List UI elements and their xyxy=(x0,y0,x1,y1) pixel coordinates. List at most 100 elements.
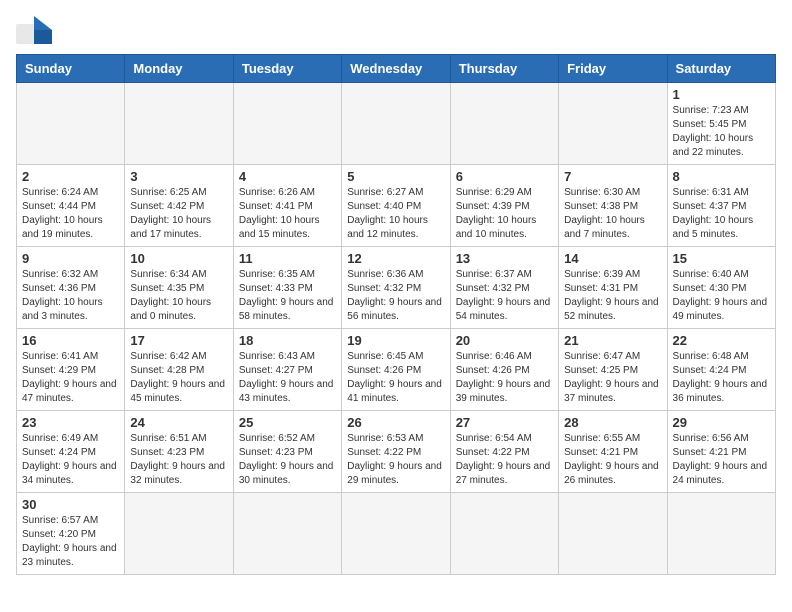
calendar-day-cell: 17 Sunrise: 6:42 AM Sunset: 4:28 PM Dayli… xyxy=(125,329,233,411)
day-info: Sunrise: 6:43 AM Sunset: 4:27 PM Dayligh… xyxy=(239,350,336,406)
day-number: 7 xyxy=(564,169,661,184)
day-info: Sunrise: 6:53 AM Sunset: 4:22 PM Dayligh… xyxy=(347,432,444,488)
calendar-header-monday: Monday xyxy=(125,55,233,83)
calendar-day-cell xyxy=(17,83,125,165)
day-info: Sunrise: 6:49 AM Sunset: 4:24 PM Dayligh… xyxy=(22,432,119,488)
calendar-day-cell: 28 Sunrise: 6:55 AM Sunset: 4:21 PM Dayli… xyxy=(559,411,667,493)
calendar-day-cell: 22 Sunrise: 6:48 AM Sunset: 4:24 PM Dayli… xyxy=(667,329,775,411)
calendar-week-row: 2Sunrise: 6:24 AM Sunset: 4:44 PM Daylig… xyxy=(17,165,776,247)
calendar-header-row: SundayMondayTuesdayWednesdayThursdayFrid… xyxy=(17,55,776,83)
day-number: 10 xyxy=(130,251,227,266)
day-number: 28 xyxy=(564,415,661,430)
calendar-header-wednesday: Wednesday xyxy=(342,55,450,83)
calendar-day-cell: 15 Sunrise: 6:40 AM Sunset: 4:30 PM Dayli… xyxy=(667,247,775,329)
day-info: Sunrise: 7:23 AM Sunset: 5:45 PM Dayligh… xyxy=(673,104,770,160)
calendar-day-cell: 8Sunrise: 6:31 AM Sunset: 4:37 PM Daylig… xyxy=(667,165,775,247)
calendar-day-cell: 26 Sunrise: 6:53 AM Sunset: 4:22 PM Dayli… xyxy=(342,411,450,493)
calendar-day-cell: 24 Sunrise: 6:51 AM Sunset: 4:23 PM Dayli… xyxy=(125,411,233,493)
calendar-day-cell: 10 Sunrise: 6:34 AM Sunset: 4:35 PM Dayli… xyxy=(125,247,233,329)
calendar-day-cell: 25 Sunrise: 6:52 AM Sunset: 4:23 PM Dayli… xyxy=(233,411,341,493)
calendar-day-cell: 20 Sunrise: 6:46 AM Sunset: 4:26 PM Dayli… xyxy=(450,329,558,411)
day-info: Sunrise: 6:42 AM Sunset: 4:28 PM Dayligh… xyxy=(130,350,227,406)
day-info: Sunrise: 6:52 AM Sunset: 4:23 PM Dayligh… xyxy=(239,432,336,488)
calendar-day-cell xyxy=(342,493,450,575)
calendar-week-row: 16 Sunrise: 6:41 AM Sunset: 4:29 PM Dayli… xyxy=(17,329,776,411)
day-number: 4 xyxy=(239,169,336,184)
day-number: 5 xyxy=(347,169,444,184)
day-info: Sunrise: 6:46 AM Sunset: 4:26 PM Dayligh… xyxy=(456,350,553,406)
calendar-day-cell: 23 Sunrise: 6:49 AM Sunset: 4:24 PM Dayli… xyxy=(17,411,125,493)
day-number: 12 xyxy=(347,251,444,266)
day-info: Sunrise: 6:34 AM Sunset: 4:35 PM Dayligh… xyxy=(130,268,227,324)
calendar-day-cell: 13Sunrise: 6:37 AM Sunset: 4:32 PM Dayli… xyxy=(450,247,558,329)
calendar-day-cell: 1 Sunrise: 7:23 AM Sunset: 5:45 PM Daylig… xyxy=(667,83,775,165)
day-info: Sunrise: 6:54 AM Sunset: 4:22 PM Dayligh… xyxy=(456,432,553,488)
day-info: Sunrise: 6:57 AM Sunset: 4:20 PM Dayligh… xyxy=(22,514,119,570)
logo xyxy=(16,16,56,44)
calendar-day-cell: 21 Sunrise: 6:47 AM Sunset: 4:25 PM Dayli… xyxy=(559,329,667,411)
calendar-day-cell: 30 Sunrise: 6:57 AM Sunset: 4:20 PM Dayli… xyxy=(17,493,125,575)
calendar-day-cell: 18 Sunrise: 6:43 AM Sunset: 4:27 PM Dayli… xyxy=(233,329,341,411)
day-info: Sunrise: 6:35 AM Sunset: 4:33 PM Dayligh… xyxy=(239,268,336,324)
day-number: 14 xyxy=(564,251,661,266)
day-info: Sunrise: 6:32 AM Sunset: 4:36 PM Dayligh… xyxy=(22,268,119,324)
day-number: 6 xyxy=(456,169,553,184)
calendar-day-cell: 5 Sunrise: 6:27 AM Sunset: 4:40 PM Daylig… xyxy=(342,165,450,247)
day-number: 30 xyxy=(22,497,119,512)
day-number: 22 xyxy=(673,333,770,348)
day-number: 24 xyxy=(130,415,227,430)
calendar-day-cell xyxy=(233,83,341,165)
day-number: 3 xyxy=(130,169,227,184)
day-number: 18 xyxy=(239,333,336,348)
day-number: 25 xyxy=(239,415,336,430)
calendar-header-friday: Friday xyxy=(559,55,667,83)
day-info: Sunrise: 6:24 AM Sunset: 4:44 PM Dayligh… xyxy=(22,186,119,242)
calendar-day-cell: 9Sunrise: 6:32 AM Sunset: 4:36 PM Daylig… xyxy=(17,247,125,329)
calendar-day-cell xyxy=(342,83,450,165)
calendar-day-cell: 3 Sunrise: 6:25 AM Sunset: 4:42 PM Daylig… xyxy=(125,165,233,247)
day-number: 1 xyxy=(673,87,770,102)
day-number: 27 xyxy=(456,415,553,430)
calendar-day-cell: 7 Sunrise: 6:30 AM Sunset: 4:38 PM Daylig… xyxy=(559,165,667,247)
day-info: Sunrise: 6:51 AM Sunset: 4:23 PM Dayligh… xyxy=(130,432,227,488)
day-number: 23 xyxy=(22,415,119,430)
day-info: Sunrise: 6:25 AM Sunset: 4:42 PM Dayligh… xyxy=(130,186,227,242)
day-number: 21 xyxy=(564,333,661,348)
calendar-day-cell: 27 Sunrise: 6:54 AM Sunset: 4:22 PM Dayli… xyxy=(450,411,558,493)
day-info: Sunrise: 6:56 AM Sunset: 4:21 PM Dayligh… xyxy=(673,432,770,488)
day-info: Sunrise: 6:31 AM Sunset: 4:37 PM Dayligh… xyxy=(673,186,770,242)
calendar-day-cell xyxy=(667,493,775,575)
calendar-table: SundayMondayTuesdayWednesdayThursdayFrid… xyxy=(16,54,776,575)
day-info: Sunrise: 6:39 AM Sunset: 4:31 PM Dayligh… xyxy=(564,268,661,324)
day-number: 16 xyxy=(22,333,119,348)
day-number: 11 xyxy=(239,251,336,266)
calendar-day-cell: 16 Sunrise: 6:41 AM Sunset: 4:29 PM Dayli… xyxy=(17,329,125,411)
calendar-day-cell xyxy=(233,493,341,575)
day-info: Sunrise: 6:48 AM Sunset: 4:24 PM Dayligh… xyxy=(673,350,770,406)
day-number: 17 xyxy=(130,333,227,348)
day-info: Sunrise: 6:26 AM Sunset: 4:41 PM Dayligh… xyxy=(239,186,336,242)
calendar-header-sunday: Sunday xyxy=(17,55,125,83)
day-info: Sunrise: 6:27 AM Sunset: 4:40 PM Dayligh… xyxy=(347,186,444,242)
day-info: Sunrise: 6:37 AM Sunset: 4:32 PM Dayligh… xyxy=(456,268,553,324)
day-number: 26 xyxy=(347,415,444,430)
day-info: Sunrise: 6:36 AM Sunset: 4:32 PM Dayligh… xyxy=(347,268,444,324)
day-info: Sunrise: 6:47 AM Sunset: 4:25 PM Dayligh… xyxy=(564,350,661,406)
calendar-header-thursday: Thursday xyxy=(450,55,558,83)
day-info: Sunrise: 6:30 AM Sunset: 4:38 PM Dayligh… xyxy=(564,186,661,242)
calendar-day-cell: 4 Sunrise: 6:26 AM Sunset: 4:41 PM Daylig… xyxy=(233,165,341,247)
day-number: 20 xyxy=(456,333,553,348)
calendar-week-row: 30 Sunrise: 6:57 AM Sunset: 4:20 PM Dayli… xyxy=(17,493,776,575)
calendar-day-cell xyxy=(450,493,558,575)
day-number: 15 xyxy=(673,251,770,266)
calendar-week-row: 23 Sunrise: 6:49 AM Sunset: 4:24 PM Dayli… xyxy=(17,411,776,493)
day-info: Sunrise: 6:40 AM Sunset: 4:30 PM Dayligh… xyxy=(673,268,770,324)
day-number: 29 xyxy=(673,415,770,430)
calendar-day-cell xyxy=(125,83,233,165)
logo-icon xyxy=(16,16,52,44)
calendar-day-cell: 29 Sunrise: 6:56 AM Sunset: 4:21 PM Dayli… xyxy=(667,411,775,493)
day-number: 19 xyxy=(347,333,444,348)
day-info: Sunrise: 6:55 AM Sunset: 4:21 PM Dayligh… xyxy=(564,432,661,488)
calendar-week-row: 9Sunrise: 6:32 AM Sunset: 4:36 PM Daylig… xyxy=(17,247,776,329)
day-info: Sunrise: 6:41 AM Sunset: 4:29 PM Dayligh… xyxy=(22,350,119,406)
